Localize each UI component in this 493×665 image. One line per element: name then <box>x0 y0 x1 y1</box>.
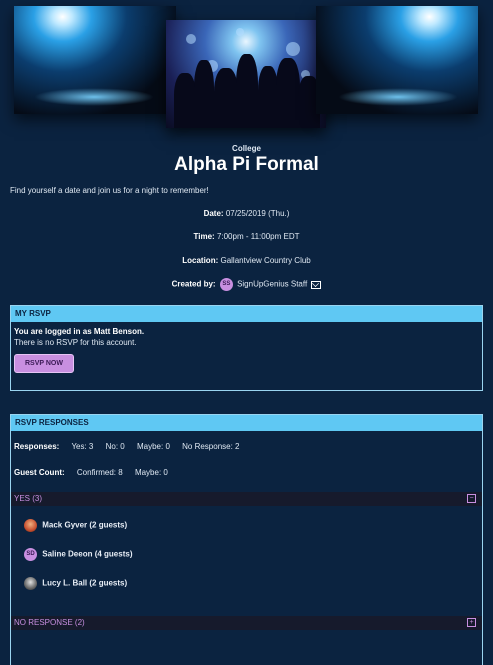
person-name: Saline Deeon (4 guests) <box>42 549 133 559</box>
rsvp-responses-panel: RSVP RESPONSES Responses: Yes: 3 No: 0 M… <box>10 414 483 665</box>
event-date: Date: 07/25/2019 (Thu.) <box>0 209 493 218</box>
guest-count-label: Guest Count: <box>14 468 65 477</box>
event-location: Location: Gallantview Country Club <box>0 256 493 265</box>
yes-group-label: YES (3) <box>14 494 43 503</box>
my-rsvp-panel: MY RSVP You are logged in as Matt Benson… <box>10 305 483 391</box>
confirmed-count: Confirmed: 8 <box>76 468 123 477</box>
avatar <box>24 519 37 532</box>
event-description: Find yourself a date and join us for a n… <box>10 186 209 195</box>
no-count: No: 0 <box>105 442 125 451</box>
location-label: Location: <box>182 256 219 265</box>
no-response-group-label: NO RESPONSE (2) <box>14 618 85 627</box>
list-item: Lucy L. Ball (2 guests) <box>24 577 127 590</box>
avatar: SD <box>24 548 37 561</box>
time-label: Time: <box>193 232 215 241</box>
no-response-group-header[interactable]: NO RESPONSE (2) + <box>11 616 482 630</box>
my-rsvp-header: MY RSVP <box>11 306 482 322</box>
time-value: 7:00pm - 11:00pm EDT <box>216 232 300 241</box>
event-category: College <box>232 144 261 153</box>
maybe-count: Maybe: 0 <box>136 442 170 451</box>
email-icon[interactable] <box>311 280 322 289</box>
person-name: Lucy L. Ball (2 guests) <box>42 578 128 588</box>
date-value: 07/25/2019 (Thu.) <box>225 209 290 218</box>
created-label: Created by: <box>171 279 216 289</box>
spotlight-image-left <box>14 6 176 114</box>
date-label: Date: <box>203 209 224 218</box>
expand-icon[interactable]: + <box>467 618 476 627</box>
creator-name[interactable]: SignUpGenius Staff <box>237 280 307 289</box>
event-time: Time: 7:00pm - 11:00pm EDT <box>0 232 493 241</box>
event-title: Alpha Pi Formal <box>174 154 319 175</box>
yes-count: Yes: 3 <box>71 442 94 451</box>
party-crowd-image <box>166 20 326 128</box>
list-item: Mack Gyver (2 guests) <box>24 519 127 532</box>
responses-label: Responses: <box>14 442 60 451</box>
rsvp-now-button[interactable]: RSVP NOW <box>14 354 74 373</box>
yes-group-header[interactable]: YES (3) − <box>11 492 482 506</box>
location-value: Gallantview Country Club <box>220 256 311 265</box>
event-banner <box>0 0 493 140</box>
guest-maybe-count: Maybe: 0 <box>134 468 168 477</box>
creator-avatar: SS <box>219 278 233 291</box>
person-name: Mack Gyver (2 guests) <box>42 520 128 530</box>
logged-in-text: You are logged in as Matt Benson. <box>14 327 145 336</box>
avatar <box>24 577 37 590</box>
list-item: SD Saline Deeon (4 guests) <box>24 548 132 561</box>
responses-summary: Responses: Yes: 3 No: 0 Maybe: 0 No Resp… <box>14 442 240 451</box>
no-rsvp-text: There is no RSVP for this account. <box>14 338 137 347</box>
spotlight-image-right <box>316 6 478 114</box>
collapse-icon[interactable]: − <box>467 494 476 503</box>
no-response-count: No Response: 2 <box>182 442 240 451</box>
rsvp-responses-header: RSVP RESPONSES <box>11 415 482 431</box>
guest-count-summary: Guest Count: Confirmed: 8 Maybe: 0 <box>14 468 168 477</box>
event-creator: Created by: SS SignUpGenius Staff <box>0 278 493 291</box>
